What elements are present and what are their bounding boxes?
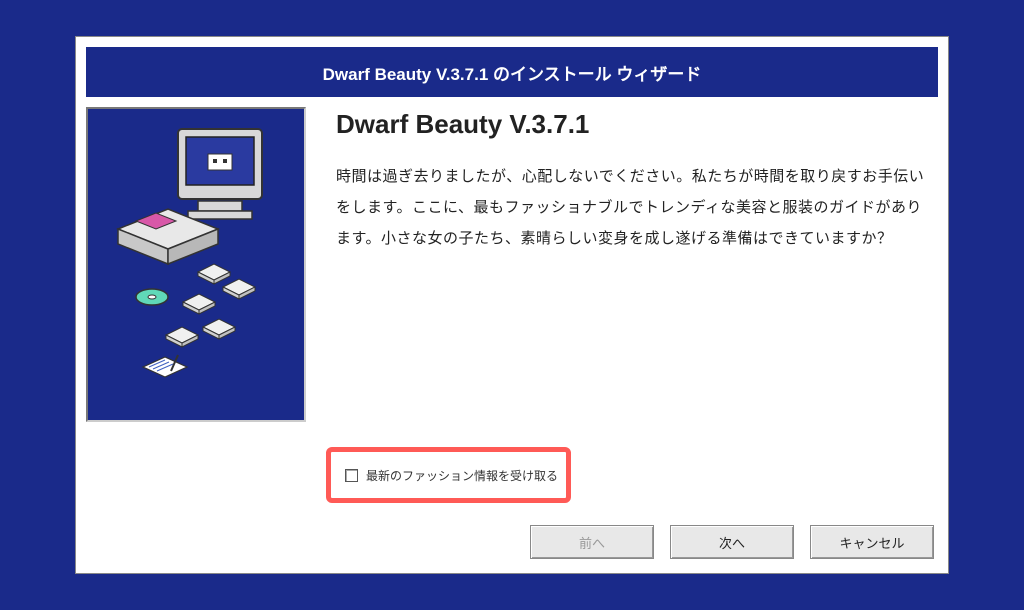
- title-bar: Dwarf Beauty V.3.7.1 のインストール ウィザード: [86, 47, 938, 97]
- wizard-button-row: 前へ 次へ キャンセル: [530, 525, 934, 559]
- subscribe-checkbox[interactable]: [345, 469, 358, 482]
- next-button[interactable]: 次へ: [670, 525, 794, 559]
- cancel-button-label: キャンセル: [839, 533, 904, 552]
- cancel-button[interactable]: キャンセル: [810, 525, 934, 559]
- install-wizard-dialog: Dwarf Beauty V.3.7.1 のインストール ウィザード: [75, 36, 949, 574]
- next-button-label: 次へ: [719, 533, 745, 552]
- product-description: 時間は過ぎ去りましたが、心配しないでください。私たちが時間を取り戻すお手伝いをし…: [336, 162, 928, 254]
- wizard-title: Dwarf Beauty V.3.7.1 のインストール ウィザード: [323, 60, 702, 85]
- back-button-label: 前へ: [579, 533, 605, 552]
- subscribe-checkbox-label: 最新のファッション情報を受け取る: [366, 467, 558, 484]
- dialog-body: Dwarf Beauty V.3.7.1 時間は過ぎ去りましたが、心配しないでく…: [86, 107, 938, 513]
- product-title: Dwarf Beauty V.3.7.1: [336, 109, 928, 140]
- highlighted-option: 最新のファッション情報を受け取る: [326, 447, 571, 503]
- computer-setup-icon: [88, 109, 304, 420]
- back-button: 前へ: [530, 525, 654, 559]
- wizard-content: Dwarf Beauty V.3.7.1 時間は過ぎ去りましたが、心配しないでく…: [306, 107, 938, 513]
- wizard-side-graphic: [86, 107, 306, 422]
